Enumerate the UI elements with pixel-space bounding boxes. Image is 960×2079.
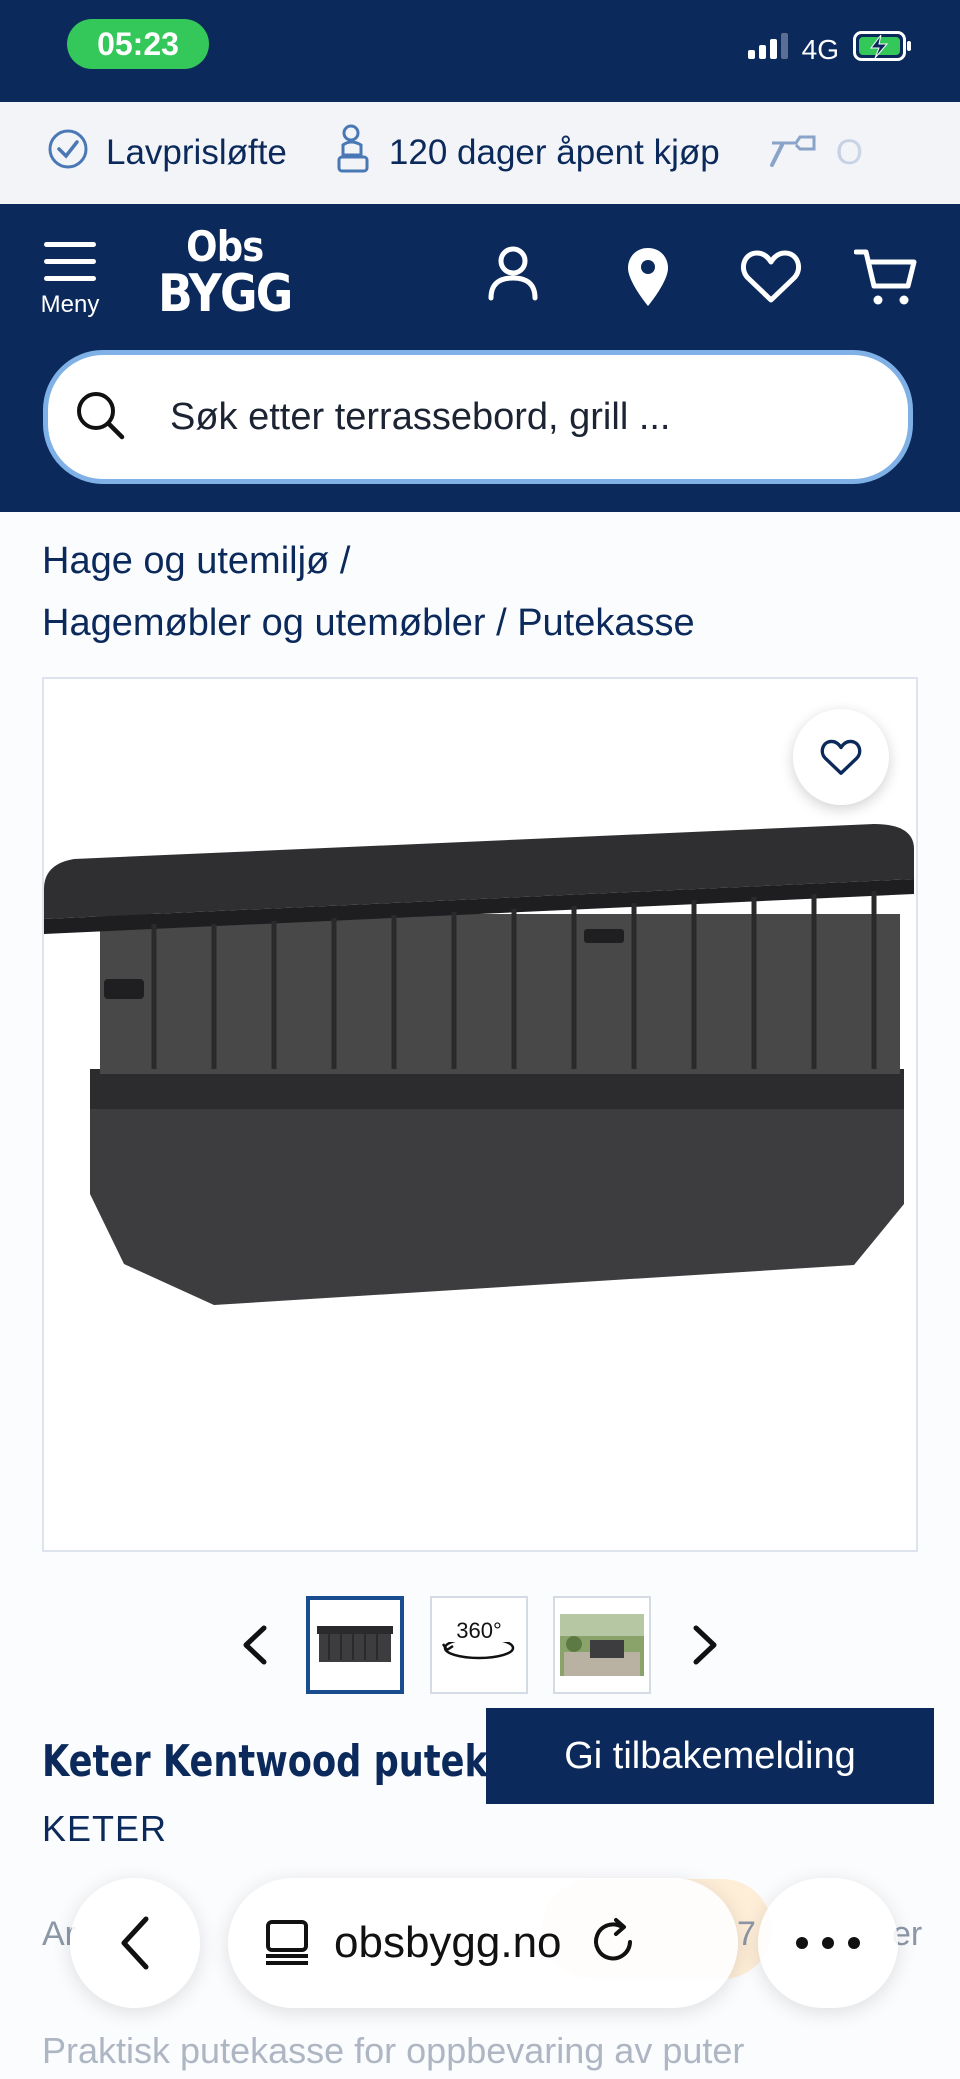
- next-image-button[interactable]: [690, 1624, 720, 1671]
- account-icon[interactable]: [486, 244, 540, 307]
- store-location-icon[interactable]: [626, 246, 670, 313]
- check-badge-icon: [46, 127, 90, 180]
- product-title: Keter Kentwood puteka: [42, 1736, 512, 1787]
- box-thumbnail-image: [317, 1626, 393, 1662]
- status-bar: 05:23 4G: [0, 0, 960, 102]
- product-description-start: Praktisk putekasse for oppbevaring av pu…: [42, 2030, 745, 2071]
- obs-bygg-logo[interactable]: Obs BYGG: [158, 222, 293, 324]
- label-360: 360°: [456, 1618, 502, 1643]
- search-icon: [74, 389, 126, 446]
- breadcrumb-separator: /: [339, 540, 351, 582]
- breadcrumb-link-hagemoebler[interactable]: Hagemøbler og utemøbler: [42, 602, 486, 644]
- feedback-button[interactable]: Gi tilbakemelding: [486, 1708, 934, 1804]
- cart-icon[interactable]: [853, 248, 918, 313]
- usp-item-aapent-kjoep[interactable]: 120 dager åpent kjøp: [333, 123, 720, 184]
- garden-thumbnail-image: [560, 1614, 644, 1676]
- status-indicators: 4G: [747, 31, 913, 68]
- site-header: Meny Obs BYGG Søk etter terrassebord, gr…: [0, 204, 960, 512]
- breadcrumb-link-hage[interactable]: Hage og utemiljø: [42, 540, 329, 582]
- network-label: 4G: [801, 33, 839, 65]
- usp-item-lavprisloefte[interactable]: Lavprisløfte: [46, 127, 287, 180]
- search-input[interactable]: Søk etter terrassebord, grill ...: [43, 350, 913, 484]
- browser-back-button[interactable]: [70, 1878, 200, 2008]
- menu-button[interactable]: Meny: [32, 242, 108, 332]
- chevron-left-icon: [121, 1916, 149, 1970]
- thumbnail-lifestyle-photo[interactable]: [553, 1596, 651, 1694]
- storage-box-illustration: [44, 824, 914, 1305]
- hamburger-icon: [32, 242, 108, 281]
- browser-more-button[interactable]: [758, 1878, 898, 2008]
- breadcrumb: Hage og utemiljø / Hagemøbler og utemøbl…: [42, 530, 695, 654]
- thumbnail-product-photo[interactable]: [306, 1596, 404, 1694]
- return-box-icon: [333, 123, 373, 184]
- image-thumbnails: 360°: [0, 1596, 960, 1696]
- previous-image-button[interactable]: [240, 1624, 270, 1671]
- usp-label: Lavprisløfte: [106, 133, 287, 172]
- logo-line-1: Obs: [186, 222, 264, 271]
- logo-line-2: BYGG: [158, 264, 293, 324]
- tools-icon: [766, 127, 820, 180]
- usp-item-third[interactable]: O: [766, 127, 863, 180]
- rotate-360-icon: [441, 1636, 515, 1660]
- signal-icon: [747, 33, 788, 66]
- chevron-left-icon: [243, 1625, 267, 1665]
- page-menu-icon[interactable]: [262, 1916, 312, 1971]
- breadcrumb-link-putekasse[interactable]: Putekasse: [517, 602, 694, 644]
- menu-label: Meny: [40, 291, 100, 318]
- search-placeholder: Søk etter terrassebord, grill ...: [170, 395, 671, 438]
- more-dots-icon: [796, 1937, 860, 1949]
- product-brand[interactable]: KETER: [42, 1808, 167, 1850]
- usp-fade: [850, 102, 960, 204]
- usp-bar: Lavprisløfte 120 dager åpent kjøp O: [0, 102, 960, 204]
- browser-toolbar: obsbygg.no: [0, 1870, 960, 2010]
- chevron-right-icon: [693, 1625, 717, 1665]
- favorites-heart-icon[interactable]: [740, 248, 802, 309]
- battery-icon: [853, 31, 913, 68]
- add-to-favorites-button[interactable]: [793, 709, 889, 805]
- reload-icon[interactable]: [588, 1916, 638, 1971]
- heart-icon: [820, 739, 862, 775]
- browser-address-bar[interactable]: obsbygg.no: [228, 1878, 738, 2008]
- status-time: 05:23: [67, 19, 209, 69]
- product-image[interactable]: [42, 677, 918, 1552]
- thumbnail-360-view[interactable]: 360°: [430, 1596, 528, 1694]
- breadcrumb-separator: /: [496, 602, 507, 644]
- browser-url: obsbygg.no: [334, 1918, 562, 1967]
- usp-label: 120 dager åpent kjøp: [388, 133, 720, 172]
